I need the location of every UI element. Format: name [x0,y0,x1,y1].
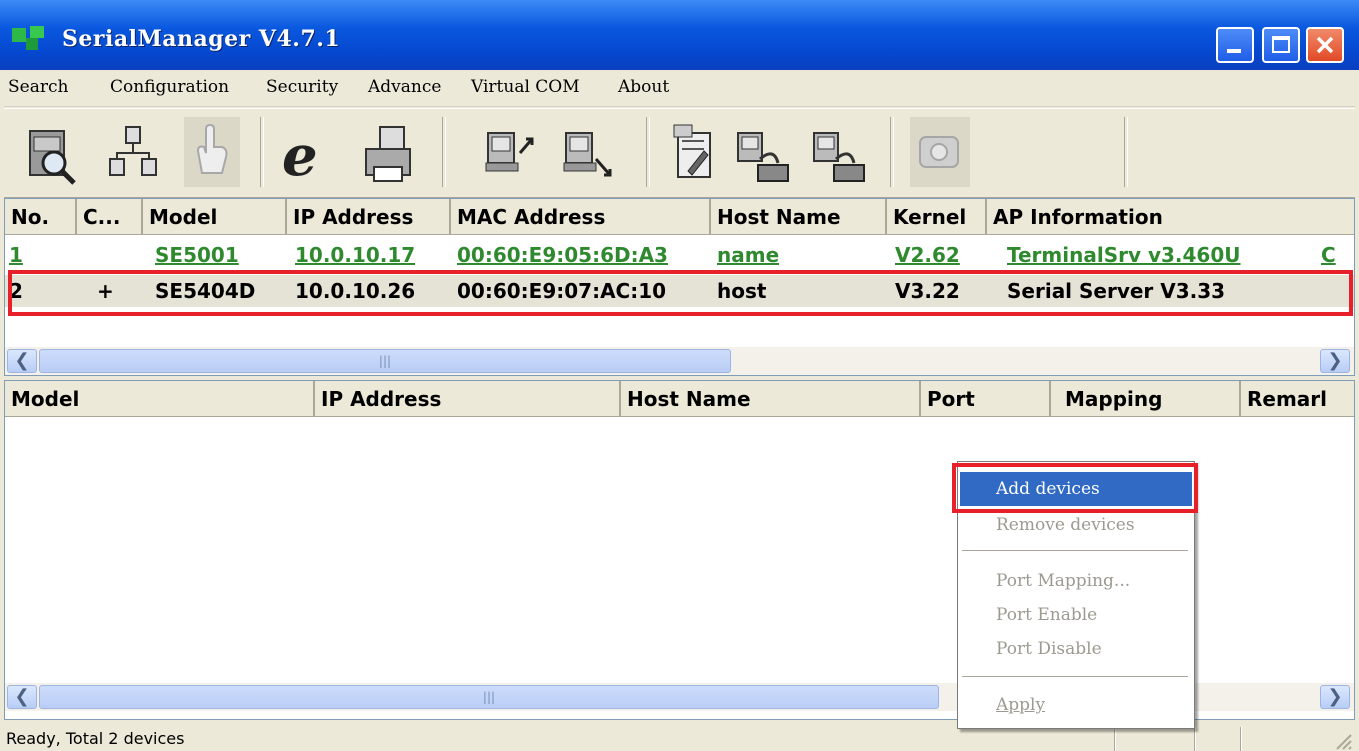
cell-ap: TerminalSrv v3.460U [1007,243,1241,267]
scroll-right-icon[interactable]: ❯ [1320,685,1350,709]
status-panel [1194,727,1196,751]
close-icon [1316,36,1334,54]
menu-separator [962,550,1188,553]
minimize-button[interactable] [1216,27,1254,63]
toolbar-separator [646,117,650,187]
col-ap-information[interactable]: AP Information [987,199,1354,235]
upload-icon [485,132,534,172]
edit-config-icon [673,124,711,178]
maximize-icon [1272,36,1290,53]
network-icon [109,126,157,176]
toolbar: e [4,108,1355,199]
menu-bar: Search Configuration Security Advance Vi… [4,72,1355,107]
search-device-icon [29,130,76,185]
menu-item-apply[interactable]: Apply [960,688,1192,722]
edit-config-button[interactable] [664,117,720,187]
cell-kernel: V2.62 [895,243,960,267]
download-icon [563,132,612,177]
scroll-left-icon[interactable]: ❮ [7,685,37,709]
col-host-name[interactable]: Host Name [711,199,887,235]
hand-icon [196,123,228,174]
toolbar-separator [1124,117,1128,187]
col-no[interactable]: No. [5,199,77,235]
menu-item-remove-devices[interactable]: Remove devices [960,508,1192,542]
scroll-thumb[interactable]: ||| [39,685,939,709]
upload-button[interactable] [482,117,538,187]
printer-button[interactable] [360,117,416,187]
scroll-left-icon[interactable]: ❮ [7,349,37,373]
col-ip-address[interactable]: IP Address [315,381,621,417]
internet-explorer-icon: e [282,123,318,189]
menu-item-port-disable[interactable]: Port Disable [960,632,1192,666]
table-row[interactable]: 1 SE5001 10.0.10.17 00:60:E9:05:6D:A3 na… [5,239,1354,271]
download-button[interactable] [560,117,616,187]
menu-item-port-enable[interactable]: Port Enable [960,598,1192,632]
window-title: SerialManager V4.7.1 [62,26,341,52]
col-mac-address[interactable]: MAC Address [451,199,711,235]
col-port[interactable]: Port [921,381,1051,417]
com-mapping-icon [737,132,789,182]
title-bar[interactable]: SerialManager V4.7.1 [0,0,1359,70]
device-list-scrollbar[interactable]: ❮ ||| ❯ [5,347,1354,375]
printer-icon [365,126,411,182]
col-mapping[interactable]: Mapping [1051,381,1241,417]
menu-separator [962,676,1188,679]
cell-extra: C [1321,243,1336,267]
col-ip-address[interactable]: IP Address [287,199,451,235]
cell-mac: 00:60:E9:05:6D:A3 [457,243,668,267]
toolbar-separator [442,117,446,187]
menu-virtual-com[interactable]: Virtual COM [471,77,580,97]
menu-item-port-mapping[interactable]: Port Mapping... [960,564,1192,598]
status-panel [1114,727,1116,751]
menu-search[interactable]: Search [8,77,68,97]
cell-ip: 10.0.10.17 [295,243,416,267]
app-window: SerialManager V4.7.1 Search Configuratio… [0,0,1359,751]
com-mapping-button[interactable] [734,117,790,187]
scroll-right-icon[interactable]: ❯ [1320,349,1350,373]
device-list-header: No. C... Model IP Address MAC Address Ho… [5,199,1354,235]
resize-grip-icon[interactable] [1331,729,1353,751]
highlight-box-add-devices [952,463,1198,513]
app-icon [12,26,44,50]
status-text: Ready, Total 2 devices [6,729,185,748]
internet-explorer-button[interactable]: e [274,117,330,189]
com-mapping-2-button[interactable] [810,117,866,187]
col-model[interactable]: Model [143,199,287,235]
mapping-list-header: Model IP Address Host Name Port Mapping … [5,381,1354,417]
menu-security[interactable]: Security [266,77,338,97]
highlight-box-row [8,270,1353,316]
toolbar-separator [890,117,894,187]
col-kernel[interactable]: Kernel [887,199,987,235]
status-panel [1240,727,1242,751]
phone-icon [919,136,959,168]
col-remark[interactable]: Remarl [1241,381,1354,417]
network-button[interactable] [106,117,162,187]
minimize-icon [1227,49,1241,53]
cell-host: name [717,243,780,267]
toolbar-separator [260,117,264,187]
col-c[interactable]: C... [77,199,143,235]
close-button[interactable] [1306,27,1344,63]
menu-configuration[interactable]: Configuration [110,77,229,97]
cell-no: 1 [9,243,23,267]
maximize-button[interactable] [1262,27,1300,63]
cell-model: SE5001 [155,243,239,267]
scroll-thumb[interactable]: ||| [39,349,731,373]
phone-button[interactable] [910,117,970,187]
com-mapping-2-icon [813,132,865,182]
menu-about[interactable]: About [618,77,669,97]
col-host-name[interactable]: Host Name [621,381,921,417]
search-device-button[interactable] [24,117,80,187]
menu-advance[interactable]: Advance [368,77,441,97]
svg-text:e: e [282,123,318,187]
col-model[interactable]: Model [5,381,315,417]
hand-button[interactable] [184,117,240,187]
